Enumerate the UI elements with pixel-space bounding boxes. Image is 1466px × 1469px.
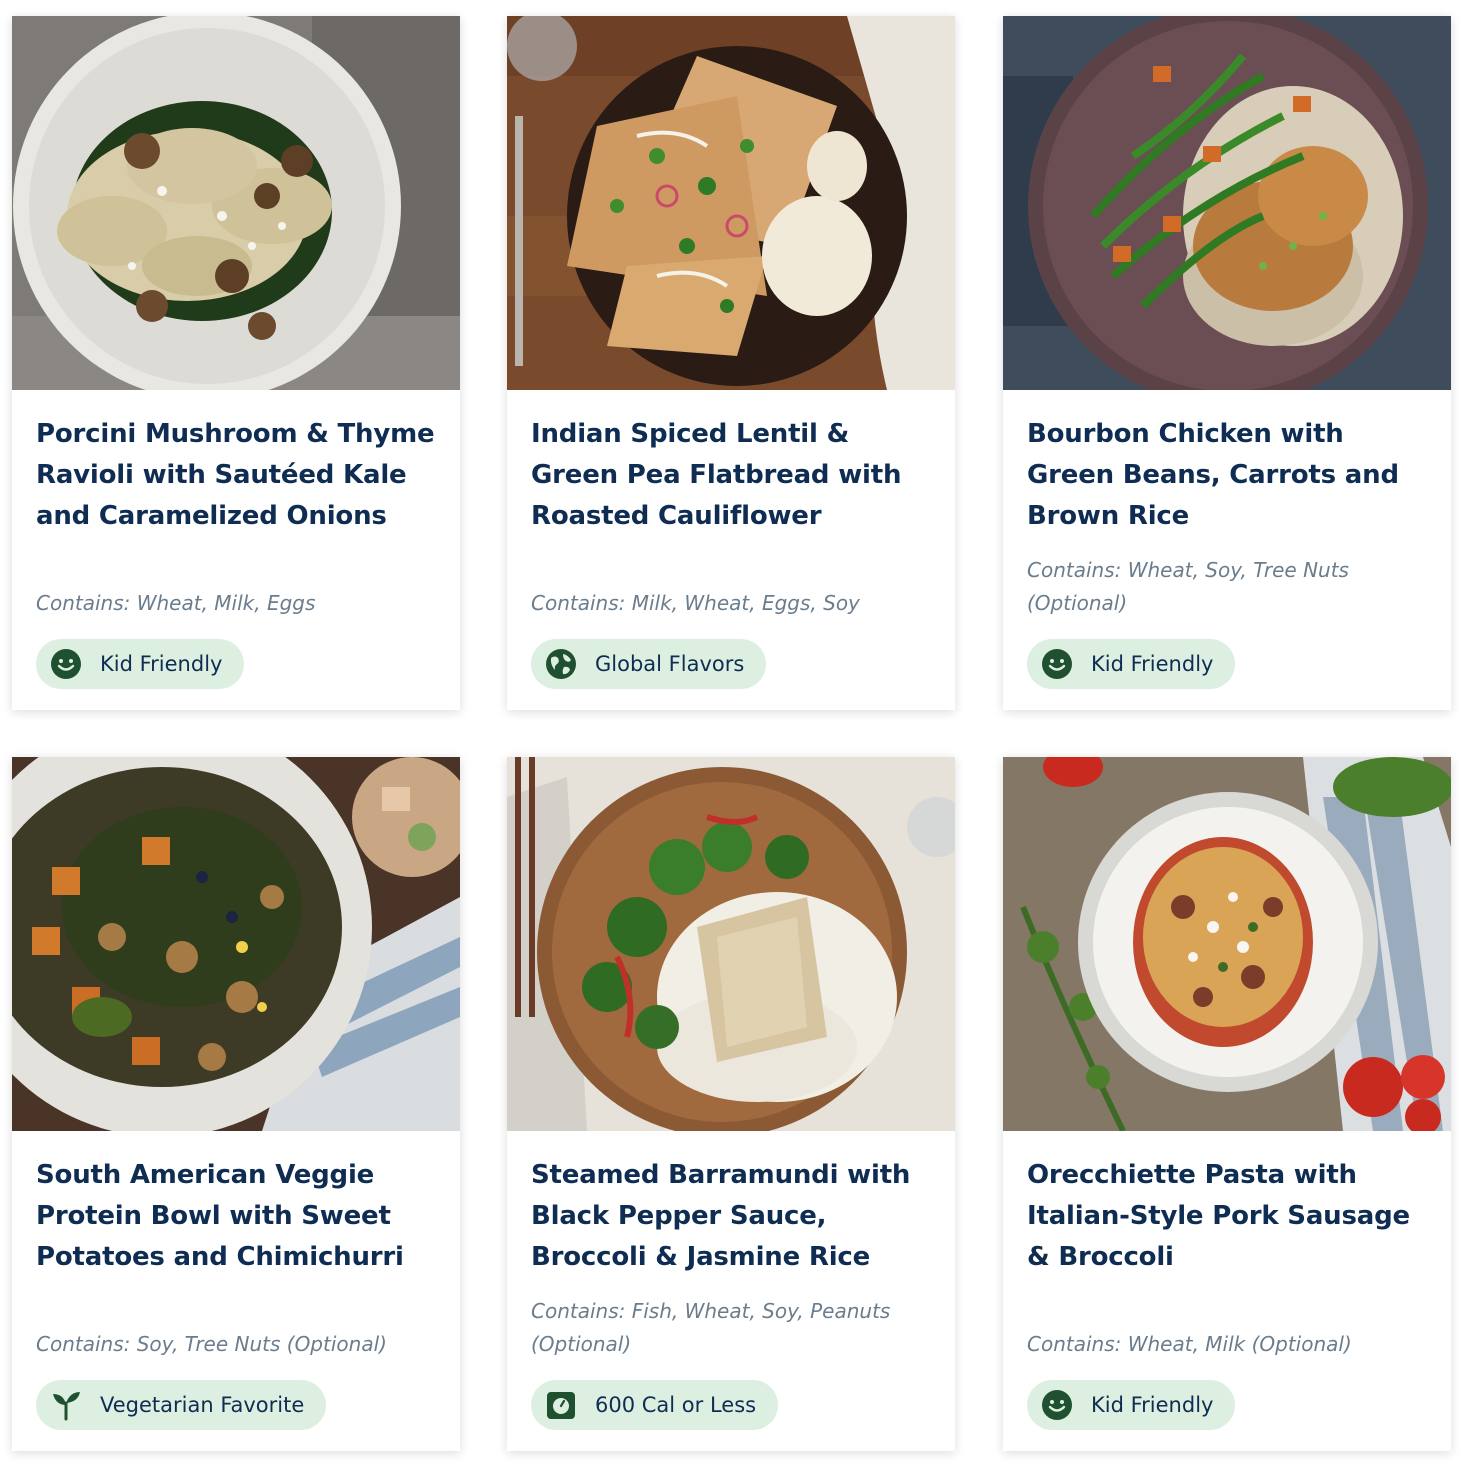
recipe-card[interactable]: Steamed Barramundi with Black Pepper Sau… (507, 757, 955, 1451)
recipe-allergens: Contains: Wheat, Milk, Eggs (36, 591, 316, 615)
recipe-allergens: Contains: Soy, Tree Nuts (Optional) (36, 1332, 387, 1356)
recipe-photo[interactable] (1003, 16, 1451, 390)
scale-icon (545, 1389, 577, 1421)
recipe-title[interactable]: Indian Spiced Lentil & Green Pea Flatbre… (531, 414, 936, 537)
recipe-title[interactable]: South American Veggie Protein Bowl with … (36, 1155, 441, 1278)
recipe-photo[interactable] (507, 16, 955, 390)
recipe-card[interactable]: Bourbon Chicken with Green Beans, Carrot… (1003, 16, 1451, 710)
recipe-card[interactable]: Porcini Mushroom & Thyme Ravioli with Sa… (12, 16, 460, 710)
smiley-icon (1041, 648, 1073, 680)
recipe-allergens: Contains: Milk, Wheat, Eggs, Soy (531, 591, 860, 615)
sprout-icon (50, 1389, 82, 1421)
recipe-title[interactable]: Orecchiette Pasta with Italian-Style Por… (1027, 1155, 1432, 1278)
recipe-tag-label: Vegetarian Favorite (100, 1393, 305, 1417)
recipe-photo[interactable] (12, 16, 460, 390)
recipe-tag-label: Kid Friendly (1091, 1393, 1214, 1417)
recipe-allergens: Contains: Fish, Wheat, Soy, Peanuts (Opt… (531, 1299, 891, 1356)
orecchiette-dish-image (1003, 757, 1451, 1131)
recipe-title[interactable]: Steamed Barramundi with Black Pepper Sau… (531, 1155, 936, 1278)
recipe-card[interactable]: Indian Spiced Lentil & Green Pea Flatbre… (507, 16, 955, 710)
smiley-icon (1041, 1389, 1073, 1421)
recipe-tag-label: Kid Friendly (100, 652, 223, 676)
recipe-allergens: Contains: Wheat, Soy, Tree Nuts (Optiona… (1027, 558, 1349, 615)
bourbon-chicken-dish-image (1003, 16, 1451, 390)
recipe-tag-badge: 600 Cal or Less (531, 1380, 779, 1430)
recipe-tag-badge: Vegetarian Favorite (36, 1380, 327, 1430)
recipe-tag-badge: Kid Friendly (1027, 1380, 1236, 1430)
recipe-photo[interactable] (507, 757, 955, 1131)
recipe-photo[interactable] (1003, 757, 1451, 1131)
recipe-tag-label: Kid Friendly (1091, 652, 1214, 676)
recipe-title[interactable]: Porcini Mushroom & Thyme Ravioli with Sa… (36, 414, 441, 537)
recipe-photo[interactable] (12, 757, 460, 1131)
recipe-title[interactable]: Bourbon Chicken with Green Beans, Carrot… (1027, 414, 1432, 537)
recipe-card[interactable]: South American Veggie Protein Bowl with … (12, 757, 460, 1451)
recipe-tag-label: Global Flavors (595, 652, 745, 676)
recipe-tag-badge: Kid Friendly (36, 639, 245, 689)
flatbread-dish-image (507, 16, 955, 390)
recipe-tag-badge: Kid Friendly (1027, 639, 1236, 689)
ravioli-dish-image (12, 16, 460, 390)
globe-icon (545, 648, 577, 680)
smiley-icon (50, 648, 82, 680)
veggie-bowl-dish-image (12, 757, 460, 1131)
recipe-tag-badge: Global Flavors (531, 639, 767, 689)
recipe-card[interactable]: Orecchiette Pasta with Italian-Style Por… (1003, 757, 1451, 1451)
barramundi-dish-image (507, 757, 955, 1131)
recipe-allergens: Contains: Wheat, Milk (Optional) (1027, 1332, 1352, 1356)
recipe-tag-label: 600 Cal or Less (595, 1393, 757, 1417)
